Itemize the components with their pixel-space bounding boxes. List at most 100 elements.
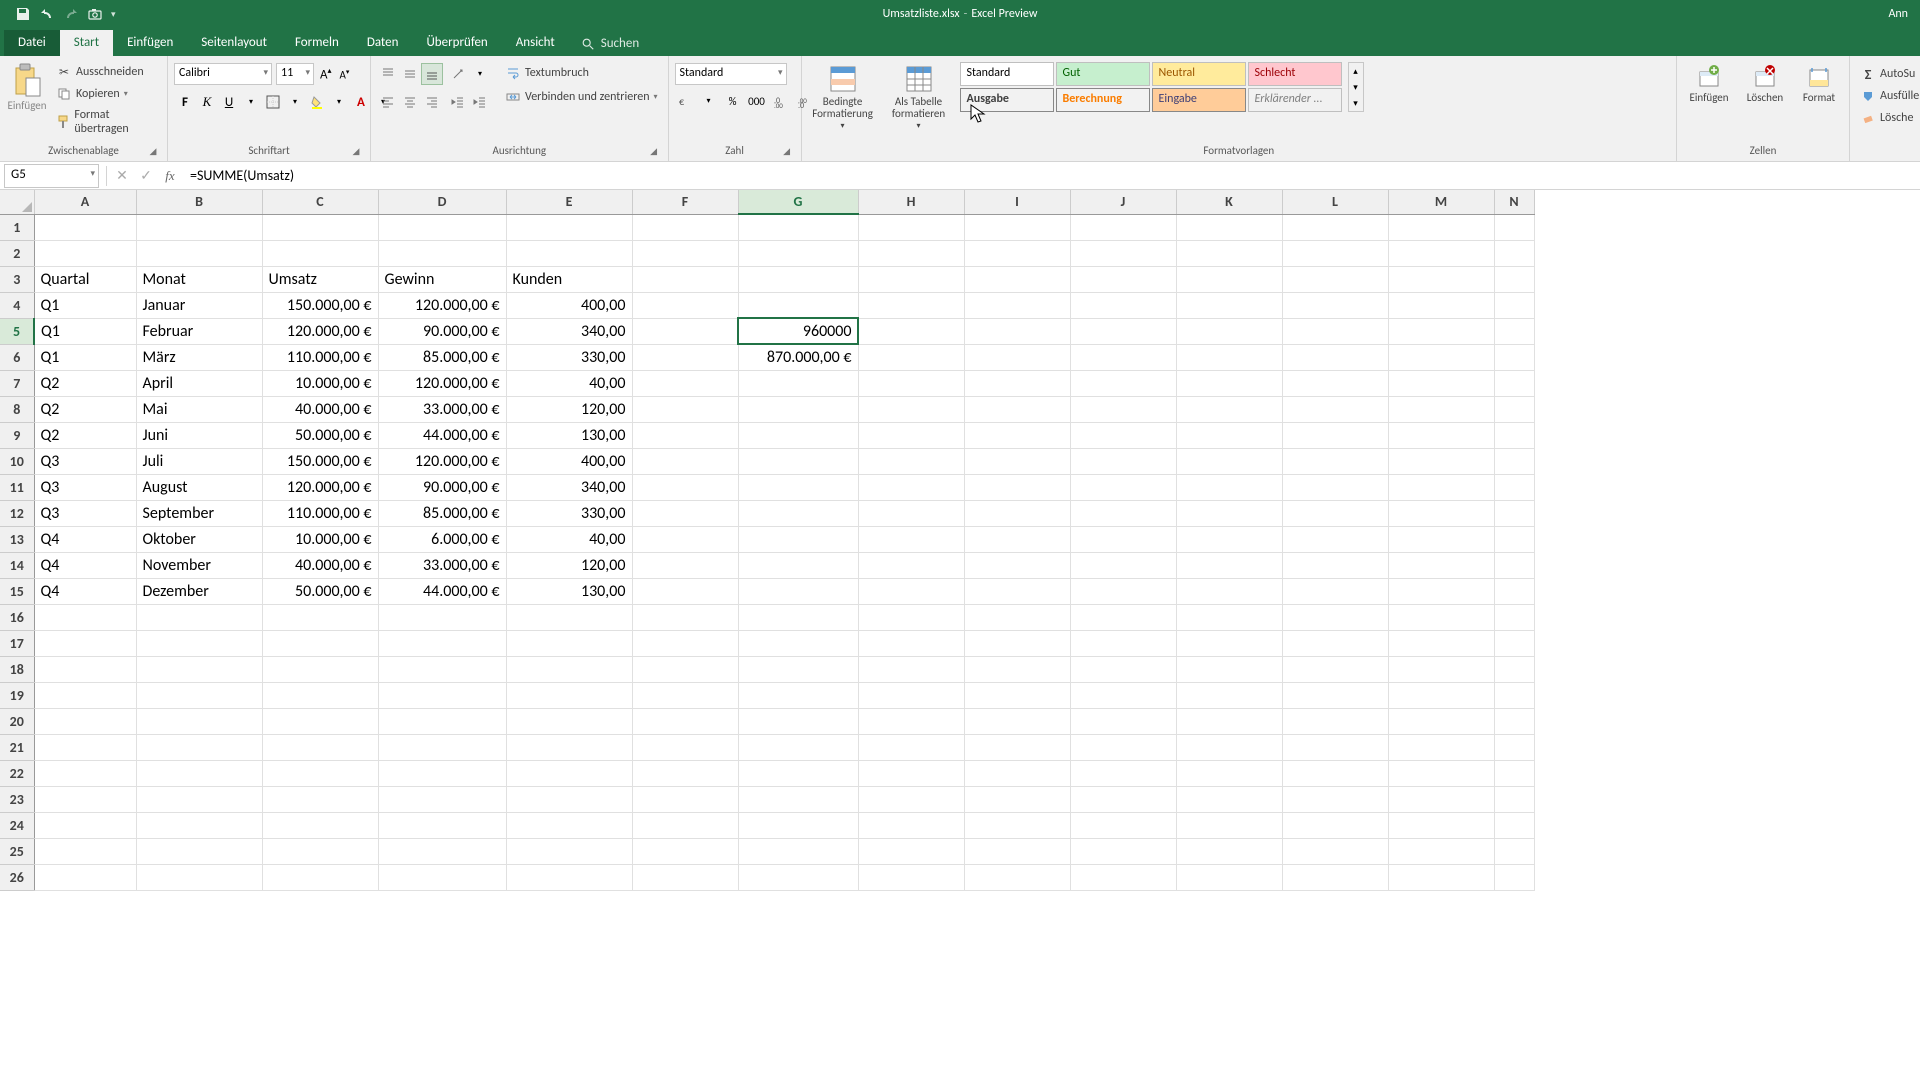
align-middle-button[interactable]: [399, 63, 421, 85]
cell-K10[interactable]: [1176, 448, 1282, 474]
cell-G17[interactable]: [738, 630, 858, 656]
cell-J19[interactable]: [1070, 682, 1176, 708]
column-header-I[interactable]: I: [964, 190, 1070, 214]
cell-M19[interactable]: [1388, 682, 1494, 708]
cell-I7[interactable]: [964, 370, 1070, 396]
column-header-M[interactable]: M: [1388, 190, 1494, 214]
cell-C25[interactable]: [262, 838, 378, 864]
cell-B2[interactable]: [136, 240, 262, 266]
cell-E15[interactable]: 130,00: [506, 578, 632, 604]
cell-I20[interactable]: [964, 708, 1070, 734]
cell-B25[interactable]: [136, 838, 262, 864]
cell-J22[interactable]: [1070, 760, 1176, 786]
bold-button[interactable]: F: [174, 91, 196, 113]
cell-M25[interactable]: [1388, 838, 1494, 864]
cell-M15[interactable]: [1388, 578, 1494, 604]
cell-B21[interactable]: [136, 734, 262, 760]
cell-E23[interactable]: [506, 786, 632, 812]
cell-L1[interactable]: [1282, 214, 1388, 240]
cell-C24[interactable]: [262, 812, 378, 838]
cell-B20[interactable]: [136, 708, 262, 734]
cell-N12[interactable]: [1494, 500, 1534, 526]
cell-B12[interactable]: September: [136, 500, 262, 526]
gallery-up-icon[interactable]: ▴: [1349, 63, 1363, 79]
cell-D9[interactable]: 44.000,00 €: [378, 422, 506, 448]
cell-H17[interactable]: [858, 630, 964, 656]
insert-cells-button[interactable]: Einfügen: [1683, 62, 1735, 106]
cell-H14[interactable]: [858, 552, 964, 578]
camera-icon[interactable]: [87, 6, 103, 22]
orientation-dropdown-icon[interactable]: ▾: [469, 63, 491, 85]
wrap-text-button[interactable]: Textumbruch: [501, 63, 662, 83]
decrease-font-button[interactable]: A▾: [338, 67, 352, 82]
cell-H18[interactable]: [858, 656, 964, 682]
row-header-1[interactable]: 1: [0, 214, 34, 240]
cell-G20[interactable]: [738, 708, 858, 734]
cell-L17[interactable]: [1282, 630, 1388, 656]
cell-M22[interactable]: [1388, 760, 1494, 786]
cell-F19[interactable]: [632, 682, 738, 708]
cell-D20[interactable]: [378, 708, 506, 734]
cell-D2[interactable]: [378, 240, 506, 266]
cell-N8[interactable]: [1494, 396, 1534, 422]
cell-F18[interactable]: [632, 656, 738, 682]
cell-J13[interactable]: [1070, 526, 1176, 552]
cell-J14[interactable]: [1070, 552, 1176, 578]
cell-N11[interactable]: [1494, 474, 1534, 500]
autosum-button[interactable]: Σ AutoSu: [1856, 64, 1919, 84]
cell-L23[interactable]: [1282, 786, 1388, 812]
font-dialog-launcher-icon[interactable]: ◢: [350, 146, 362, 158]
cell-F13[interactable]: [632, 526, 738, 552]
cell-H23[interactable]: [858, 786, 964, 812]
column-header-G[interactable]: G: [738, 190, 858, 214]
cell-J17[interactable]: [1070, 630, 1176, 656]
cell-F20[interactable]: [632, 708, 738, 734]
increase-font-button[interactable]: A▴: [318, 66, 334, 82]
cell-A22[interactable]: [34, 760, 136, 786]
cell-H4[interactable]: [858, 292, 964, 318]
cell-F5[interactable]: [632, 318, 738, 344]
row-header-21[interactable]: 21: [0, 734, 34, 760]
cell-M9[interactable]: [1388, 422, 1494, 448]
cell-B14[interactable]: November: [136, 552, 262, 578]
cell-I13[interactable]: [964, 526, 1070, 552]
cell-K17[interactable]: [1176, 630, 1282, 656]
cell-M24[interactable]: [1388, 812, 1494, 838]
cell-H9[interactable]: [858, 422, 964, 448]
cell-C20[interactable]: [262, 708, 378, 734]
cell-K6[interactable]: [1176, 344, 1282, 370]
cell-G22[interactable]: [738, 760, 858, 786]
cell-F9[interactable]: [632, 422, 738, 448]
align-bottom-button[interactable]: [421, 63, 443, 85]
cell-M5[interactable]: [1388, 318, 1494, 344]
row-header-10[interactable]: 10: [0, 448, 34, 474]
cell-J12[interactable]: [1070, 500, 1176, 526]
cell-J24[interactable]: [1070, 812, 1176, 838]
cell-B19[interactable]: [136, 682, 262, 708]
cell-E6[interactable]: 330,00: [506, 344, 632, 370]
cell-D26[interactable]: [378, 864, 506, 890]
cell-I2[interactable]: [964, 240, 1070, 266]
cell-I1[interactable]: [964, 214, 1070, 240]
cell-M16[interactable]: [1388, 604, 1494, 630]
cell-E9[interactable]: 130,00: [506, 422, 632, 448]
fill-dropdown-icon[interactable]: ▾: [328, 91, 350, 113]
cell-I6[interactable]: [964, 344, 1070, 370]
cell-H3[interactable]: [858, 266, 964, 292]
cell-C22[interactable]: [262, 760, 378, 786]
cell-K8[interactable]: [1176, 396, 1282, 422]
cell-F25[interactable]: [632, 838, 738, 864]
cell-I16[interactable]: [964, 604, 1070, 630]
cell-C5[interactable]: 120.000,00 €: [262, 318, 378, 344]
cell-G18[interactable]: [738, 656, 858, 682]
cell-G7[interactable]: [738, 370, 858, 396]
cell-M13[interactable]: [1388, 526, 1494, 552]
cell-F7[interactable]: [632, 370, 738, 396]
cell-E8[interactable]: 120,00: [506, 396, 632, 422]
row-header-7[interactable]: 7: [0, 370, 34, 396]
cell-G8[interactable]: [738, 396, 858, 422]
cell-C9[interactable]: 50.000,00 €: [262, 422, 378, 448]
cell-G6[interactable]: 870.000,00 €: [738, 344, 858, 370]
row-header-15[interactable]: 15: [0, 578, 34, 604]
cell-N19[interactable]: [1494, 682, 1534, 708]
